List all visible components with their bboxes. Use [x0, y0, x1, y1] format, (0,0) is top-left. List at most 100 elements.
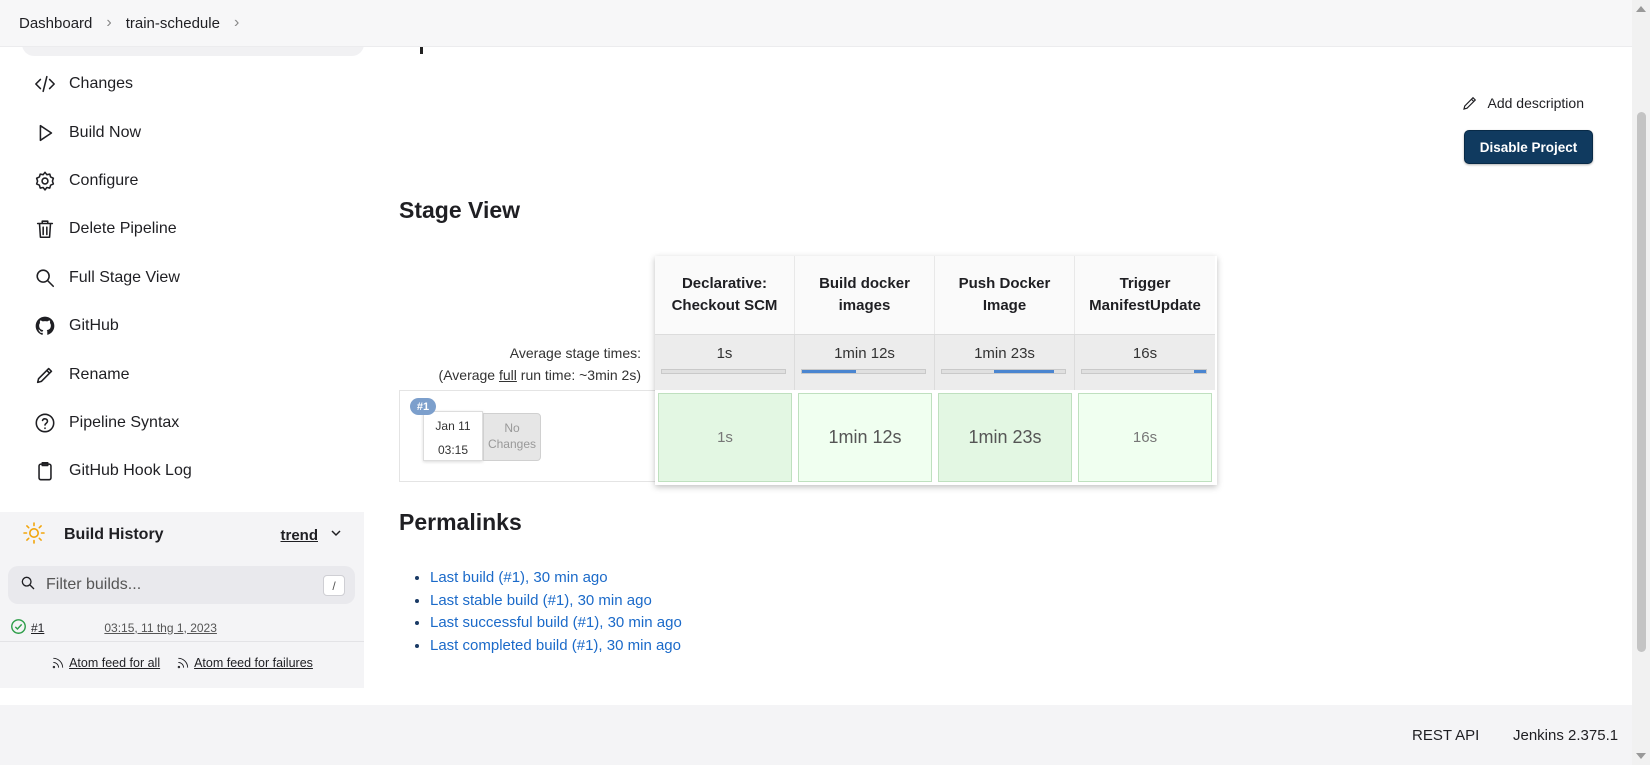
chevron-down-icon[interactable]: [328, 525, 344, 545]
avg-time-value: 16s: [1132, 345, 1158, 362]
list-item: Last stable build (#1), 30 min ago: [430, 590, 682, 613]
permalinks-list: Last build (#1), 30 min ago Last stable …: [420, 567, 682, 657]
stage-header-trigger: Trigger ManifestUpdate: [1075, 256, 1215, 334]
vertical-scrollbar[interactable]: [1632, 0, 1650, 765]
github-icon: [33, 314, 57, 338]
chevron-right-icon[interactable]: ›: [234, 14, 239, 32]
clipboard-icon: [33, 459, 57, 483]
atom-feed-all-link[interactable]: Atom feed for all: [51, 656, 160, 670]
stage-result-duration: 16s: [1078, 393, 1212, 482]
stage-name-line2: ManifestUpdate: [1089, 297, 1201, 314]
permalink-last-completed-build[interactable]: Last completed build (#1), 30 min ago: [430, 637, 681, 654]
average-times-labels: Average stage times: (Average full run t…: [399, 342, 641, 386]
avg-progress-bar: [801, 369, 926, 374]
sidebar-item-github[interactable]: GitHub: [0, 302, 364, 350]
sidebar-item-label: GitHub Hook Log: [69, 462, 192, 480]
add-description-button[interactable]: Add description: [1461, 94, 1584, 112]
rest-api-link[interactable]: REST API: [1412, 727, 1479, 744]
permalink-last-successful-build[interactable]: Last successful build (#1), 30 min ago: [430, 614, 682, 631]
stage-name-line1: Push Docker: [958, 275, 1051, 292]
stage-result-duration: 1s: [658, 393, 792, 482]
run-date-card[interactable]: Jan 11 03:15: [423, 411, 483, 461]
play-icon: [33, 121, 57, 145]
build-number-link[interactable]: #1: [31, 621, 44, 635]
sidebar-item-delete-pipeline[interactable]: Delete Pipeline: [0, 205, 364, 253]
run-row-header: #1 Jan 11 03:15 No Changes: [399, 390, 655, 482]
stage-result-cell[interactable]: 1min 12s: [795, 390, 935, 485]
sidebar-item-github-hook-log[interactable]: GitHub Hook Log: [0, 447, 364, 495]
stage-grid: Declarative: Checkout SCM Build docker ima…: [655, 256, 1217, 485]
run-date: Jan 11: [435, 419, 471, 433]
sidebar-item-changes[interactable]: Changes: [0, 60, 364, 108]
sidebar-item-build-now[interactable]: Build Now: [0, 108, 364, 156]
code-icon: [33, 72, 57, 96]
sidebar-item-label: Rename: [69, 365, 130, 383]
list-item: Last build (#1), 30 min ago: [430, 567, 682, 590]
stage-result-cell[interactable]: 1min 23s: [935, 390, 1075, 485]
stage-name-line2: Checkout SCM: [671, 297, 778, 314]
atom-feeds: Atom feed for all Atom feed for failures: [0, 656, 364, 670]
sidebar-item-configure[interactable]: Configure: [0, 157, 364, 205]
filter-builds-input[interactable]: [46, 576, 316, 594]
average-stage-times-label: Average stage times:: [509, 345, 641, 361]
jenkins-version-link[interactable]: Jenkins 2.375.1: [1513, 727, 1618, 744]
stage-result-duration: 1min 12s: [798, 393, 932, 482]
sidebar-item-rename[interactable]: Rename: [0, 350, 364, 398]
chevron-right-icon: ›: [106, 14, 112, 31]
add-description-label: Add description: [1487, 95, 1584, 111]
stage-header-checkout: Declarative: Checkout SCM: [655, 256, 795, 334]
trend-link[interactable]: trend: [281, 527, 319, 544]
breadcrumb: Dashboard › train-schedule ›: [0, 0, 1632, 47]
pencil-icon: [1463, 96, 1477, 110]
stage-result-cell[interactable]: 1s: [655, 390, 795, 485]
no-changes-card[interactable]: No Changes: [483, 413, 541, 461]
sidebar-item-label: Delete Pipeline: [69, 220, 177, 238]
avg-progress-bar: [941, 369, 1066, 374]
scroll-up-arrow-icon[interactable]: [1636, 6, 1646, 12]
stage-avg-time: 1min 23s: [935, 334, 1075, 390]
avg-progress-bar: [1081, 369, 1207, 374]
avg-full-link[interactable]: full: [499, 367, 517, 383]
trash-icon: [33, 217, 57, 241]
avg-suffix: run time: ~3min 2s): [516, 367, 641, 383]
search-icon: [20, 575, 36, 595]
atom-feed-failures-link[interactable]: Atom feed for failures: [176, 656, 313, 670]
run-time: 03:15: [437, 443, 469, 457]
sidebar-item-pipeline-syntax[interactable]: Pipeline Syntax: [0, 399, 364, 447]
stage-name-line1: Declarative:: [681, 275, 768, 292]
build-date-link[interactable]: 03:15, 11 thg 1, 2023: [104, 621, 217, 635]
success-check-icon: [10, 618, 27, 638]
avg-progress-bar: [661, 369, 786, 374]
avg-prefix: (Average: [438, 367, 499, 383]
breadcrumb-train-schedule[interactable]: train-schedule: [126, 15, 220, 32]
list-item: Last successful build (#1), 30 min ago: [430, 612, 682, 635]
footer: REST API Jenkins 2.375.1: [0, 705, 1632, 765]
pencil-icon: [33, 363, 57, 387]
scroll-down-arrow-icon[interactable]: [1636, 753, 1646, 759]
rss-icon: [52, 657, 64, 669]
permalink-last-build[interactable]: Last build (#1), 30 min ago: [430, 569, 608, 586]
sidebar-item-label: GitHub: [69, 317, 119, 335]
stage-header-push-docker: Push Docker Image: [935, 256, 1075, 334]
breadcrumb-dashboard[interactable]: Dashboard: [19, 15, 92, 32]
sidebar-nav: Changes Build Now Configure Delete Pipel…: [0, 60, 364, 496]
stage-view-title: Stage View: [399, 197, 521, 223]
build-row[interactable]: #1 03:15, 11 thg 1, 2023: [0, 614, 364, 642]
sidebar-item-label: Build Now: [69, 123, 142, 141]
stage-result-cell[interactable]: 16s: [1075, 390, 1215, 485]
avg-progress-fill: [993, 370, 1054, 373]
disable-project-button[interactable]: Disable Project: [1464, 130, 1593, 164]
keyboard-shortcut-hint: /: [323, 575, 345, 596]
sidebar-item-label: Changes: [69, 75, 134, 93]
permalink-last-stable-build[interactable]: Last stable build (#1), 30 min ago: [430, 592, 652, 609]
build-history-panel: Build History trend / #1 03:15, 11 thg 1…: [0, 512, 364, 688]
build-badge[interactable]: #1: [410, 398, 436, 415]
scrollbar-thumb[interactable]: [1637, 112, 1646, 652]
stage-name-line2: images: [838, 297, 891, 314]
avg-progress-fill: [802, 370, 857, 373]
sidebar-item-full-stage-view[interactable]: Full Stage View: [0, 254, 364, 302]
filter-builds: /: [8, 566, 355, 604]
search-icon: [33, 266, 57, 290]
permalinks-title: Permalinks: [399, 509, 522, 535]
sidebar-item-label: Full Stage View: [69, 268, 180, 286]
